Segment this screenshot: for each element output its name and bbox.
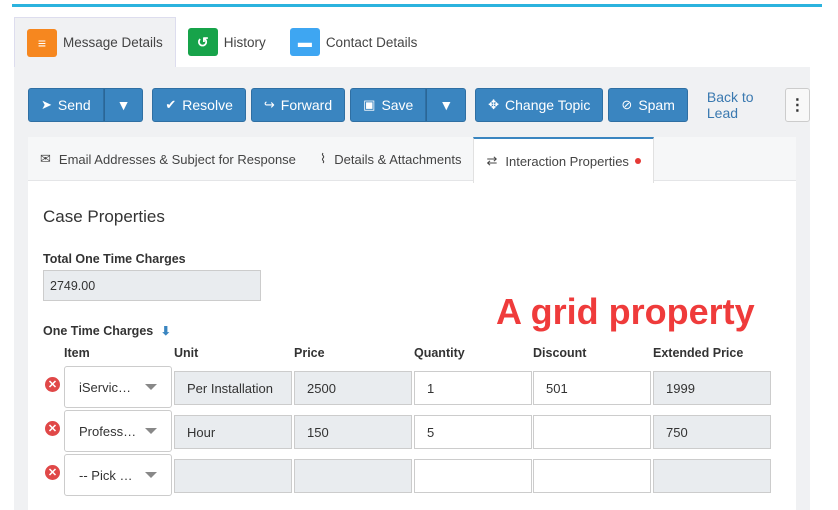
send-button[interactable]: ➤ Send <box>28 88 104 122</box>
spam-button[interactable]: ⊘ Spam <box>608 88 688 122</box>
change-topic-label: Change Topic <box>505 97 591 113</box>
column-header: Unit <box>174 346 199 360</box>
remove-row-icon[interactable]: ✕ <box>45 421 60 436</box>
check-icon: ✔ <box>165 97 177 112</box>
menu-icon: ≡ <box>27 28 57 57</box>
message-details-panel: ➤ Send ▼ ✔ Resolve ↪ Forward ▣ Save ▼ ✥ … <box>14 67 811 510</box>
save-label: Save <box>381 97 414 113</box>
forward-button[interactable]: ↪ Forward <box>250 88 346 122</box>
send-options-button[interactable]: ▼ <box>103 88 144 122</box>
discount-input[interactable] <box>533 459 651 493</box>
discount-input[interactable]: 501 <box>533 371 651 405</box>
subtab-label: Details & Attachments <box>334 151 462 167</box>
caret-down-icon <box>145 472 157 478</box>
tab-label: Contact Details <box>325 34 418 50</box>
item-select-value: iServic… <box>79 379 132 395</box>
quantity-input[interactable] <box>414 459 532 493</box>
action-toolbar: ➤ Send ▼ ✔ Resolve ↪ Forward ▣ Save ▼ ✥ … <box>28 88 811 122</box>
subtab-details-attachments[interactable]: ⌇ Details & Attachments <box>308 137 474 181</box>
main-tabs: ≡ Message Details ↺ History ▬ Contact De… <box>14 17 810 67</box>
price-cell: 2500 <box>294 371 412 405</box>
subtab-label: Interaction Properties <box>505 153 629 169</box>
save-options-button[interactable]: ▼ <box>426 88 467 122</box>
column-header: Price <box>294 346 325 360</box>
remove-row-icon[interactable]: ✕ <box>45 377 60 392</box>
share-arrow-icon: ↪ <box>263 97 275 112</box>
caret-down-icon <box>145 428 157 434</box>
extended-price-cell: 750 <box>653 415 771 449</box>
item-select-value: Profess… <box>79 423 137 439</box>
unit-cell <box>174 459 292 493</box>
resolve-button[interactable]: ✔ Resolve <box>152 88 246 122</box>
unit-cell: Per Installation <box>174 371 292 405</box>
paper-plane-icon: ➤ <box>41 97 52 112</box>
grid-label-text: One Time Charges <box>43 324 154 338</box>
quantity-input[interactable]: 5 <box>414 415 532 449</box>
item-select-value: -- Pick … <box>79 467 133 483</box>
annotation-text: A grid property <box>496 291 755 332</box>
tab-contact-details[interactable]: ▬ Contact Details <box>278 17 430 67</box>
total-value-field: 2749.00 <box>43 270 261 301</box>
chevron-down-icon: ▼ <box>439 97 454 113</box>
remove-row-icon[interactable]: ✕ <box>45 465 60 480</box>
contact-card-icon: ▬ <box>289 28 320 56</box>
extended-price-cell: 1999 <box>653 371 771 405</box>
column-header: Quantity <box>414 346 465 360</box>
ban-icon: ⊘ <box>621 97 633 112</box>
floppy-disk-icon: ▣ <box>363 97 376 112</box>
vertical-ellipsis-icon: ⋮ <box>789 97 806 114</box>
column-header: Item <box>64 346 90 360</box>
caret-down-icon <box>145 384 157 390</box>
unit-cell: Hour <box>174 415 292 449</box>
item-select[interactable]: iServic… <box>64 366 172 408</box>
column-header: Extended Price <box>653 346 744 360</box>
history-icon: ↺ <box>187 28 218 56</box>
subtab-label: Email Addresses & Subject for Response <box>58 151 296 167</box>
more-actions-button[interactable]: ⋮ <box>784 88 811 122</box>
quantity-input[interactable]: 1 <box>414 371 532 405</box>
expand-arrows-icon: ✥ <box>488 97 500 112</box>
sub-tabs: ✉ Email Addresses & Subject for Response… <box>28 137 796 183</box>
download-icon[interactable]: ⬇ <box>161 324 171 338</box>
exchange-arrows-icon: ⇄ <box>486 153 498 168</box>
send-label: Send <box>57 97 91 113</box>
envelope-icon: ✉ <box>40 151 51 166</box>
grid-label: One Time Charges ⬇ <box>43 324 171 338</box>
discount-input[interactable] <box>533 415 651 449</box>
back-to-lead-link[interactable]: Back to Lead <box>707 89 771 121</box>
tab-label: History <box>223 34 266 50</box>
chevron-down-icon: ▼ <box>116 97 131 113</box>
spam-label: Spam <box>638 97 675 113</box>
subtab-interaction-properties[interactable]: ⇄ Interaction Properties <box>473 137 654 183</box>
change-topic-button[interactable]: ✥ Change Topic <box>475 88 604 122</box>
unsaved-indicator <box>634 158 641 164</box>
total-label: Total One Time Charges <box>43 252 186 266</box>
resolve-label: Resolve <box>182 97 233 113</box>
subtab-email-addresses[interactable]: ✉ Email Addresses & Subject for Response <box>28 137 308 181</box>
price-cell <box>294 459 412 493</box>
top-accent-bar <box>12 4 822 7</box>
forward-label: Forward <box>280 97 333 113</box>
tab-message-details[interactable]: ≡ Message Details <box>14 17 176 67</box>
item-select[interactable]: Profess… <box>64 410 172 452</box>
tab-label: Message Details <box>63 35 163 50</box>
item-select[interactable]: -- Pick … <box>64 454 172 496</box>
column-header: Discount <box>533 346 587 360</box>
save-button[interactable]: ▣ Save <box>350 88 427 122</box>
paperclip-icon: ⌇ <box>319 151 327 166</box>
tab-history[interactable]: ↺ History <box>176 17 278 67</box>
extended-price-cell <box>653 459 771 493</box>
price-cell: 150 <box>294 415 412 449</box>
interaction-content: ✉ Email Addresses & Subject for Response… <box>28 137 796 510</box>
section-title: Case Properties <box>43 207 165 226</box>
